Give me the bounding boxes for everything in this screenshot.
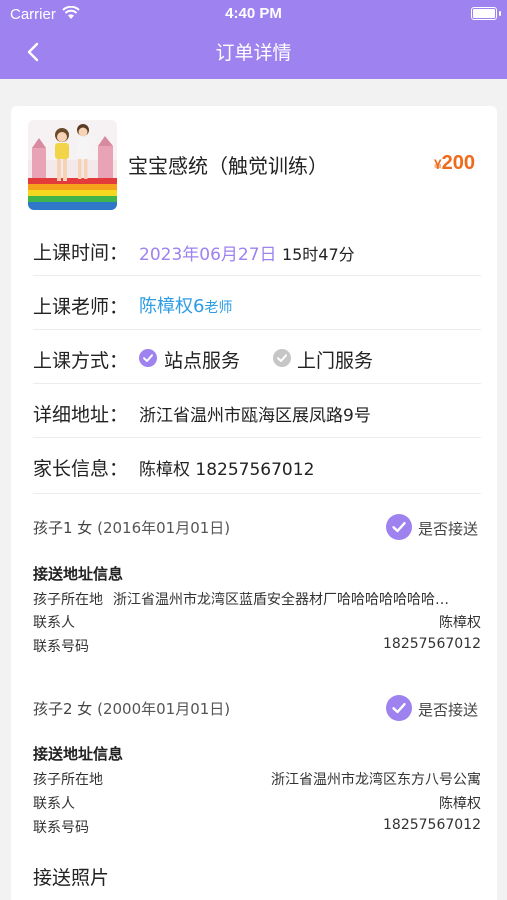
check-icon xyxy=(392,522,406,533)
parent-label: 家长信息： xyxy=(33,458,129,480)
child-2-name: 孩子2 女 xyxy=(33,700,93,718)
address-value: 浙江省温州市瓯海区展凤路9号 xyxy=(139,406,371,426)
check-icon xyxy=(392,703,406,714)
child-2-location-label: 孩子所在地 xyxy=(33,772,103,788)
child-2-phone-value: 18257567012 xyxy=(383,817,481,833)
child-1-contact-value: 陈樟权 xyxy=(439,615,481,631)
site-service-radio[interactable] xyxy=(139,349,157,367)
course-name: 宝宝感统（触觉训练） xyxy=(128,154,328,178)
home-service-radio[interactable] xyxy=(273,349,291,367)
child-1-location-label: 孩子所在地 xyxy=(33,592,103,608)
site-service-label[interactable]: 站点服务 xyxy=(164,346,240,373)
battery-cap xyxy=(499,11,501,16)
course-price: ¥200 xyxy=(434,152,475,175)
class-clock: 15时47分 xyxy=(281,245,355,264)
divider xyxy=(33,437,481,438)
divider xyxy=(33,329,481,330)
teacher-suffix: 老师 xyxy=(204,300,233,316)
teacher-name: 陈樟权6 xyxy=(139,296,205,317)
divider xyxy=(33,275,481,276)
clock: 4:40 PM xyxy=(225,5,282,22)
status-bar: Carrier 4:40 PM xyxy=(0,0,507,28)
home-service-label[interactable]: 上门服务 xyxy=(297,346,373,373)
pickup-photos-title: 接送照片 xyxy=(33,867,110,889)
child-1-title: 孩子1 女 (2016年01月01日) xyxy=(33,517,230,538)
mode-label: 上课方式： xyxy=(33,350,129,372)
class-time-value: 2023年06月27日 15时47分 xyxy=(139,240,355,265)
teacher-label: 上课老师： xyxy=(33,296,129,318)
battery-icon xyxy=(471,7,497,20)
child-2-pickup-toggle[interactable] xyxy=(386,695,412,721)
teacher-link[interactable]: 陈樟权6老师 xyxy=(139,292,232,318)
address-label: 详细地址： xyxy=(33,404,129,426)
child-1-name: 孩子1 女 xyxy=(33,519,93,537)
parent-value: 陈樟权 18257567012 xyxy=(139,460,315,480)
child-1-pickup-label: 是否接送 xyxy=(418,520,479,538)
child-2-title: 孩子2 女 (2000年01月01日) xyxy=(33,698,230,719)
price-value: 200 xyxy=(441,152,475,174)
child-1-pickup-toggle[interactable] xyxy=(386,514,412,540)
class-time-label: 上课时间： xyxy=(33,242,129,264)
child-2-contact-label: 联系人 xyxy=(33,796,75,812)
child-2-phone-label: 联系号码 xyxy=(33,820,89,836)
child-1-contact-label: 联系人 xyxy=(33,615,75,631)
course-thumbnail xyxy=(28,120,117,210)
page-title: 订单详情 xyxy=(215,42,292,64)
divider xyxy=(33,383,481,384)
child-2-contact-value: 陈樟权 xyxy=(439,796,481,812)
child-2-section-title: 接送地址信息 xyxy=(33,745,124,763)
child-1-phone-label: 联系号码 xyxy=(33,639,89,655)
child-2-location-value: 浙江省温州市龙湾区东方八号公寓 xyxy=(271,772,481,788)
child-1-location-value: 浙江省温州市龙湾区蓝盾安全器材厂哈哈哈哈哈哈哈… xyxy=(113,592,449,608)
child-1-phone-value: 18257567012 xyxy=(383,636,481,652)
check-icon xyxy=(273,349,291,367)
child-1-birth: (2016年01月01日) xyxy=(97,519,231,537)
class-date: 2023年06月27日 xyxy=(139,245,277,265)
child-1-section-title: 接送地址信息 xyxy=(33,565,124,583)
nav-header: Carrier 4:40 PM 订单详情 xyxy=(0,0,507,79)
child-2-pickup-label: 是否接送 xyxy=(418,701,479,719)
child-2-birth: (2000年01月01日) xyxy=(97,700,231,718)
currency-symbol: ¥ xyxy=(433,156,442,172)
divider xyxy=(33,493,481,494)
check-icon xyxy=(139,349,157,367)
